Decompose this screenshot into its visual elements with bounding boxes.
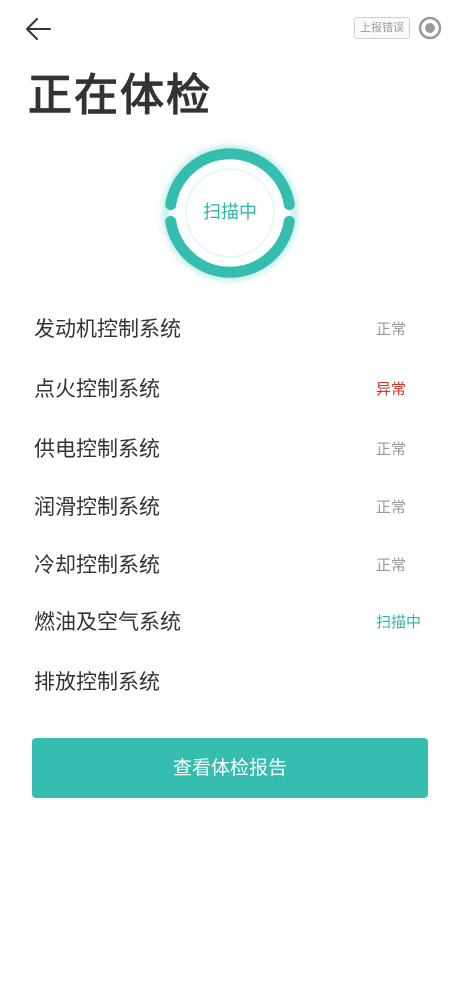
list-item: 发动机控制系统 正常 bbox=[0, 300, 460, 358]
list-item: 排放控制系统 bbox=[0, 653, 460, 711]
status-badge: 正常 bbox=[376, 440, 407, 458]
status-badge: 正常 bbox=[376, 556, 407, 574]
list-item: 冷却控制系统 正常 bbox=[0, 536, 460, 594]
report-error-button[interactable]: 上报错误 bbox=[354, 17, 410, 39]
status-badge: 正常 bbox=[376, 320, 407, 338]
record-button[interactable] bbox=[418, 16, 442, 40]
status-badge: 正常 bbox=[376, 498, 407, 516]
status-badge: 扫描中 bbox=[376, 613, 422, 631]
back-button[interactable] bbox=[22, 14, 56, 44]
system-name: 燃油及空气系统 bbox=[34, 610, 181, 634]
list-item: 润滑控制系统 正常 bbox=[0, 478, 460, 536]
system-name: 润滑控制系统 bbox=[34, 495, 160, 519]
status-badge: 异常 bbox=[376, 380, 407, 398]
scan-status-label: 扫描中 bbox=[203, 202, 257, 223]
list-item: 供电控制系统 正常 bbox=[0, 420, 460, 478]
scan-progress-indicator: 扫描中 bbox=[155, 138, 305, 288]
view-report-button[interactable]: 查看体检报告 bbox=[32, 738, 428, 798]
system-name: 供电控制系统 bbox=[34, 437, 160, 461]
page-title: 正在体检 bbox=[28, 70, 212, 121]
list-item: 燃油及空气系统 扫描中 bbox=[0, 593, 460, 651]
system-name: 排放控制系统 bbox=[34, 670, 160, 694]
record-icon bbox=[418, 16, 442, 40]
system-name: 冷却控制系统 bbox=[34, 553, 160, 577]
arrow-left-icon bbox=[26, 18, 51, 40]
system-name: 点火控制系统 bbox=[34, 377, 160, 401]
list-item: 点火控制系统 异常 bbox=[0, 360, 460, 418]
system-name: 发动机控制系统 bbox=[34, 317, 181, 341]
